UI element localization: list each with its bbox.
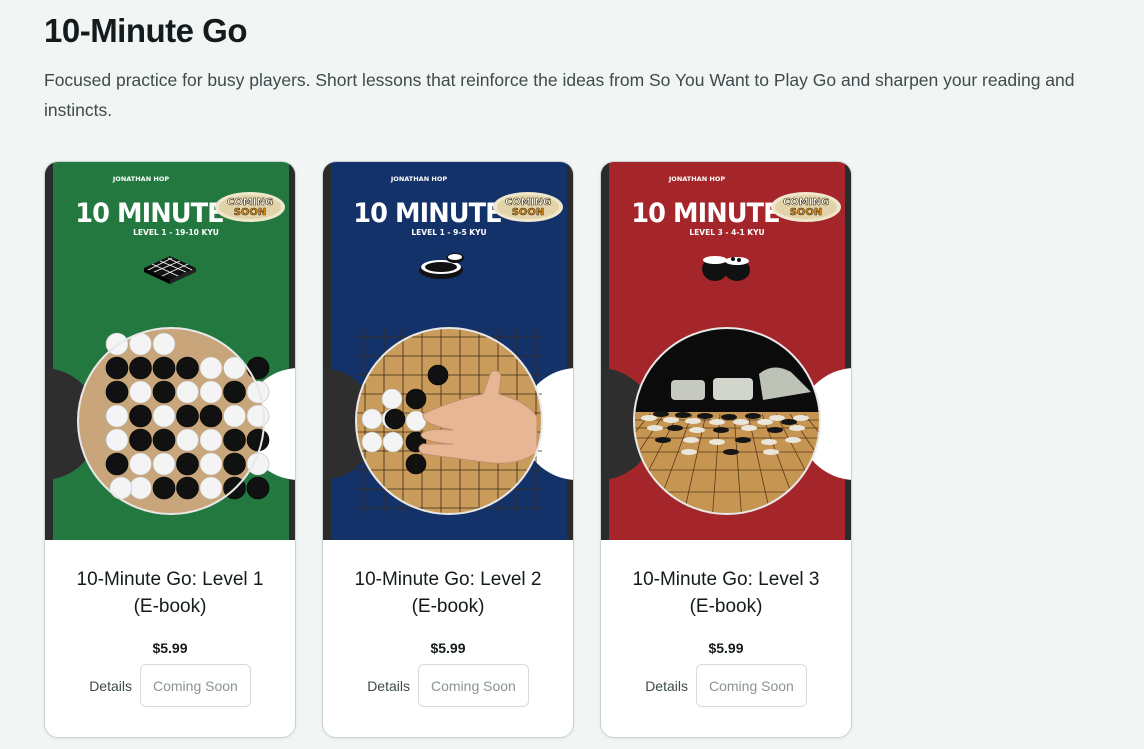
cover-level: LEVEL 3 - 4-1 KYU xyxy=(689,228,764,237)
product-card: JONATHAN HOP 10 MINUTE COMING SOON LEVEL… xyxy=(44,161,296,738)
details-link[interactable]: Details xyxy=(89,678,132,694)
cover-art: JONATHAN HOP 10 MINUTE COMING SOON LEVEL… xyxy=(45,162,295,540)
cover-author: JONATHAN HOP xyxy=(668,175,725,183)
svg-text:SOON: SOON xyxy=(512,207,545,218)
cover-level: LEVEL 1 - 9-5 KYU xyxy=(411,228,486,237)
cover-author: JONATHAN HOP xyxy=(112,175,169,183)
coming-soon-badge: COMING SOON xyxy=(493,192,563,222)
page-title: 10-Minute Go xyxy=(44,12,248,49)
coming-soon-badge: COMING SOON xyxy=(771,192,841,222)
coming-soon-badge: COMING SOON xyxy=(215,192,285,222)
coming-soon-button[interactable]: Coming Soon xyxy=(695,664,807,707)
page-subtitle: Focused practice for busy players. Short… xyxy=(44,70,1075,120)
coming-soon-button[interactable]: Coming Soon xyxy=(139,664,251,707)
product-title[interactable]: 10-Minute Go: Level 1 (E-book) xyxy=(70,566,270,620)
book-cover[interactable]: JONATHAN HOP 10 MINUTE COMING SOON LEVEL… xyxy=(323,162,573,540)
coming-soon-button[interactable]: Coming Soon xyxy=(417,664,529,707)
details-link[interactable]: Details xyxy=(367,678,410,694)
svg-text:SOON: SOON xyxy=(790,207,823,218)
product-card: JONATHAN HOP 10 MINUTE COMING SOON LEVEL… xyxy=(322,161,574,738)
product-grid: JONATHAN HOP 10 MINUTE COMING SOON LEVEL… xyxy=(44,161,1100,738)
book-cover[interactable]: JONATHAN HOP 10 MINUTE COMING SOON LEVEL… xyxy=(601,162,851,540)
cover-headline: 10 MINUTE xyxy=(75,198,223,229)
product-title[interactable]: 10-Minute Go: Level 2 (E-book) xyxy=(348,566,548,620)
cover-art: JONATHAN HOP 10 MINUTE COMING SOON LEVEL… xyxy=(323,162,573,540)
page: 10-Minute Go Focused practice for busy p… xyxy=(0,0,1144,738)
cover-headline: 10 MINUTE xyxy=(631,198,779,229)
book-cover[interactable]: JONATHAN HOP 10 MINUTE COMING SOON LEVEL… xyxy=(45,162,295,540)
cover-art: JONATHAN HOP 10 MINUTE COMING SOON LEVEL… xyxy=(601,162,851,540)
product-price: $5.99 xyxy=(152,640,188,656)
product-price: $5.99 xyxy=(430,640,466,656)
svg-text:SOON: SOON xyxy=(234,207,267,218)
cover-headline: 10 MINUTE xyxy=(353,198,501,229)
details-link[interactable]: Details xyxy=(645,678,688,694)
product-card: JONATHAN HOP 10 MINUTE COMING SOON LEVEL… xyxy=(600,161,852,738)
cover-author: JONATHAN HOP xyxy=(390,175,447,183)
cover-level: LEVEL 1 - 19-10 KYU xyxy=(133,228,219,237)
product-title[interactable]: 10-Minute Go: Level 3 (E-book) xyxy=(626,566,826,620)
product-price: $5.99 xyxy=(708,640,744,656)
